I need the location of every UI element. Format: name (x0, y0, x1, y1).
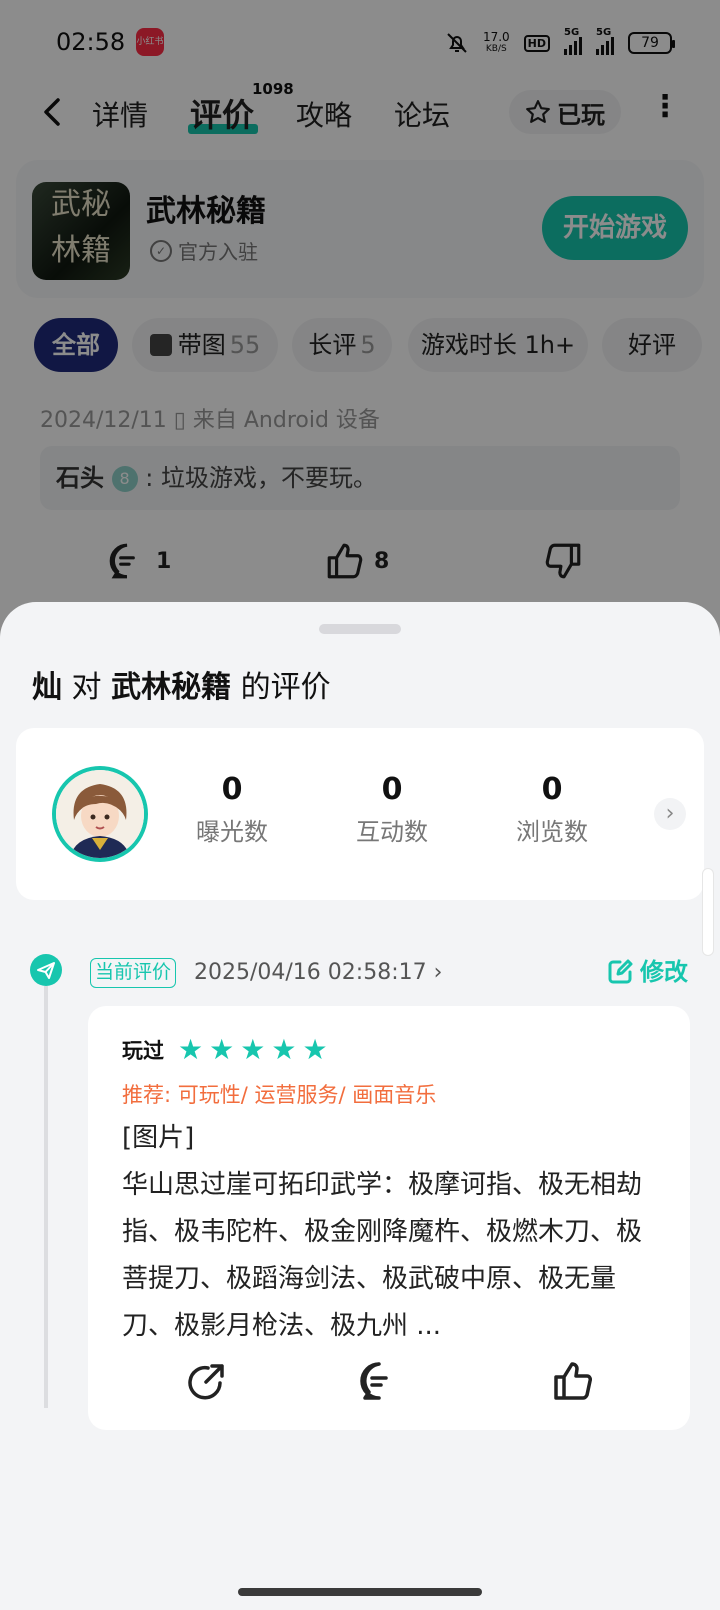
star-icon: ★ (240, 1033, 266, 1066)
home-indicator[interactable] (238, 1588, 482, 1596)
chevron-right-icon: › (426, 960, 443, 985)
reviewer-name: 灿 (32, 670, 62, 705)
comment-icon[interactable] (356, 1358, 402, 1404)
star-icon: ★ (302, 1033, 328, 1066)
edit-review-button[interactable]: 修改 (606, 954, 688, 990)
my-review-card[interactable]: 玩过 ★ ★ ★ ★ ★ 推荐: 可玩性/ 运营服务/ 画面音乐 [图片] 华山… (88, 1006, 690, 1430)
modal-overlay[interactable] (0, 0, 720, 700)
star-icon: ★ (209, 1033, 235, 1066)
star-icon: ★ (271, 1033, 297, 1066)
played-status: 玩过 (122, 1039, 164, 1063)
star-rating: ★ ★ ★ ★ ★ (178, 1034, 328, 1066)
paper-plane-icon (30, 954, 62, 986)
scrollbar[interactable] (702, 868, 714, 956)
stat-value: 0 (541, 772, 563, 807)
star-icon: ★ (178, 1033, 204, 1066)
review-stats-card[interactable]: 0 曝光数 0 互动数 0 浏览数 › (16, 728, 704, 900)
stat-label: 互动数 (356, 818, 428, 846)
views-stat: 0 浏览数 (492, 772, 612, 847)
stat-label: 浏览数 (516, 818, 588, 846)
avatar[interactable] (52, 766, 148, 862)
avatar-illustration (56, 770, 144, 858)
exposure-stat: 0 曝光数 (172, 772, 292, 847)
current-review-badge: 当前评价 (90, 958, 177, 988)
edit-icon (608, 959, 633, 984)
reviewed-game-name: 武林秘籍 (111, 670, 232, 705)
share-icon[interactable] (184, 1358, 230, 1404)
stat-value: 0 (221, 772, 243, 807)
review-body: 华山思过崖可拓印武学：极摩诃指、极无相劫指、极韦陀杵、极金刚降魔杵、极燃木刀、极… (122, 1170, 643, 1341)
review-date-link[interactable]: 2025/04/16 02:58:17 › (194, 958, 442, 988)
thumbs-up-icon[interactable] (550, 1358, 596, 1404)
my-review-sheet: 灿 对 武林秘籍 的评价 0 曝光数 0 互动数 0 浏览数 › 当前评价 20… (0, 602, 720, 1610)
recommend-tags: 推荐: 可玩性/ 运营服务/ 画面音乐 (122, 1083, 437, 1107)
edit-label: 修改 (640, 958, 688, 986)
title-connector: 对 (62, 670, 112, 705)
sheet-drag-handle[interactable] (319, 624, 401, 634)
stat-value: 0 (381, 772, 403, 807)
stat-label: 曝光数 (196, 818, 268, 846)
image-placeholder-text: [图片] (122, 1123, 195, 1153)
review-card-actions (88, 1358, 690, 1408)
sheet-title: 灿 对 武林秘籍 的评价 (32, 662, 331, 706)
review-date: 2025/04/16 02:58:17 (194, 960, 427, 985)
timeline-line (44, 986, 48, 1408)
interaction-stat: 0 互动数 (332, 772, 452, 847)
chevron-right-icon[interactable]: › (654, 798, 686, 830)
title-suffix: 的评价 (231, 670, 331, 705)
